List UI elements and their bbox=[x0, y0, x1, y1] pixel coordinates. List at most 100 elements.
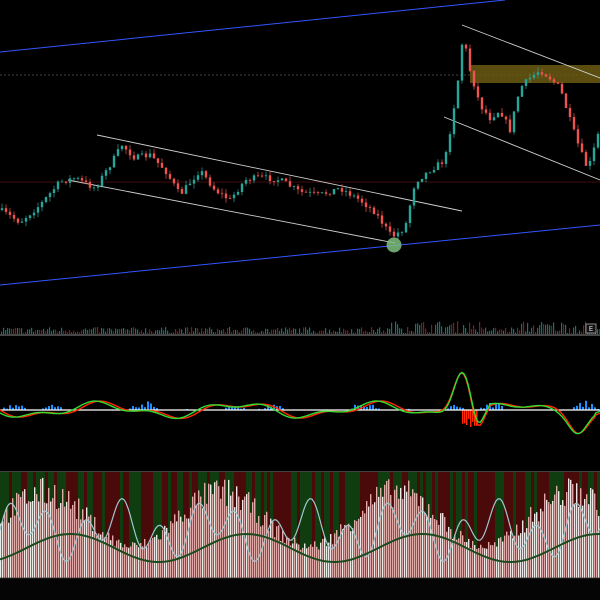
volume-bar bbox=[47, 329, 49, 334]
candle-body bbox=[420, 178, 424, 182]
histogram-bar bbox=[212, 494, 214, 578]
histogram-bar bbox=[70, 508, 72, 578]
histogram-bar bbox=[304, 543, 306, 578]
volume-bar bbox=[455, 332, 457, 334]
volume-bar bbox=[101, 327, 103, 334]
candle-body bbox=[240, 183, 244, 193]
histogram-bar bbox=[114, 546, 116, 578]
volume-bar bbox=[209, 327, 211, 334]
volume-bar bbox=[281, 328, 283, 334]
volume-bar bbox=[401, 328, 403, 334]
candle-body bbox=[500, 112, 504, 117]
volume-bar bbox=[115, 328, 117, 334]
volume-bar bbox=[283, 331, 285, 334]
histogram-bar bbox=[150, 539, 152, 578]
candle-body bbox=[444, 152, 448, 164]
volume-flag-marker[interactable]: E bbox=[585, 323, 597, 334]
histogram-bar bbox=[362, 510, 364, 578]
histogram-bar bbox=[174, 514, 176, 578]
volume-bar bbox=[545, 324, 547, 334]
histogram-bar bbox=[194, 492, 196, 578]
histogram-bar bbox=[160, 539, 162, 578]
histogram-bar bbox=[204, 482, 206, 578]
candle-body bbox=[588, 161, 592, 166]
histogram-bar bbox=[542, 511, 544, 578]
volume-bar bbox=[433, 332, 435, 334]
volume-bar bbox=[3, 327, 5, 334]
candle-body bbox=[524, 79, 528, 86]
volume-bar bbox=[471, 328, 473, 334]
volume-bar bbox=[337, 331, 339, 334]
histogram-bar bbox=[52, 498, 54, 578]
histogram-bar bbox=[246, 494, 248, 578]
oscillator-blue-bar bbox=[147, 401, 149, 410]
candle-body bbox=[416, 181, 420, 189]
volume-bar bbox=[555, 330, 557, 334]
histogram-bar bbox=[152, 537, 154, 578]
candle-body bbox=[384, 223, 388, 227]
volume-bar bbox=[103, 328, 105, 334]
volume-bar bbox=[329, 329, 331, 334]
volume-bar bbox=[447, 326, 449, 334]
histogram-bar bbox=[574, 504, 576, 578]
histogram-bar bbox=[136, 544, 138, 578]
volume-bar bbox=[159, 330, 161, 334]
volume-bar bbox=[517, 327, 519, 334]
histogram-bar bbox=[348, 523, 350, 578]
histogram-bar bbox=[224, 479, 226, 578]
volume-bar bbox=[277, 327, 279, 334]
volume-bar bbox=[495, 327, 497, 334]
histogram-bar bbox=[10, 517, 12, 578]
volume-bar bbox=[481, 327, 483, 334]
histogram-bar bbox=[470, 547, 472, 578]
candle-body bbox=[512, 111, 516, 133]
volume-bar bbox=[71, 332, 73, 334]
volume-bar bbox=[207, 329, 209, 334]
volume-bar bbox=[387, 328, 389, 334]
candle-body bbox=[20, 221, 24, 223]
volume-bar bbox=[145, 328, 147, 334]
candle-body bbox=[344, 191, 348, 193]
oscillator-blue-bar bbox=[591, 403, 593, 410]
volume-bar bbox=[27, 329, 29, 334]
volume-bar bbox=[523, 321, 525, 334]
volume-bar bbox=[373, 329, 375, 334]
candle-body bbox=[208, 177, 212, 186]
volume-bar bbox=[571, 332, 573, 334]
volume-bar bbox=[263, 331, 265, 334]
volume-bar bbox=[325, 328, 327, 334]
volume-bar bbox=[133, 327, 135, 334]
candle-body bbox=[308, 191, 312, 193]
candle-body bbox=[520, 85, 524, 97]
histogram-bar bbox=[200, 496, 202, 578]
candle-body bbox=[568, 108, 572, 118]
histogram-bar bbox=[412, 489, 414, 578]
histogram-bar bbox=[416, 493, 418, 578]
candle-body bbox=[24, 218, 28, 222]
volume-bar bbox=[563, 324, 565, 334]
volume-bar bbox=[327, 332, 329, 334]
volume-bar bbox=[391, 322, 393, 334]
volume-bar bbox=[189, 331, 191, 334]
volume-bar bbox=[437, 322, 439, 334]
histogram-bar bbox=[426, 515, 428, 578]
histogram-bar bbox=[434, 519, 436, 578]
histogram-bar bbox=[504, 535, 506, 578]
candle-body bbox=[400, 232, 404, 234]
volume-bar bbox=[405, 332, 407, 334]
lower-blue-trendline bbox=[0, 224, 600, 286]
volume-bar bbox=[319, 330, 321, 334]
histogram-bar bbox=[418, 506, 420, 578]
volume-bar bbox=[439, 321, 441, 334]
histogram-bar bbox=[142, 546, 144, 578]
volume-bar bbox=[415, 323, 417, 334]
volume-bar bbox=[213, 332, 215, 334]
histogram-bar bbox=[216, 480, 218, 578]
volume-bar bbox=[151, 331, 153, 334]
signal-circle-marker bbox=[386, 237, 402, 253]
candle-body bbox=[228, 198, 232, 199]
histogram-bar bbox=[8, 522, 10, 578]
volume-bar bbox=[477, 332, 479, 334]
histogram-bar bbox=[524, 532, 526, 578]
histogram-bar bbox=[14, 515, 16, 578]
